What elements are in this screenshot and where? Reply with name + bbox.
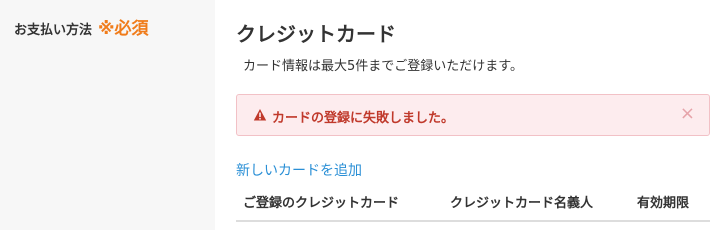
payment-method-form: お支払い方法 ※必須 クレジットカード カード情報は最大5件までご登録いただけます… [0,0,720,230]
close-icon[interactable]: × [680,104,695,124]
column-header-cardholder-name: クレジットカード名義人 [450,196,594,211]
required-mark: ※必須 [98,19,149,39]
card-table-header: ご登録のクレジットカード クレジットカード名義人 有効期限 [236,192,710,222]
field-label-column: お支払い方法 ※必須 [0,0,215,230]
add-new-card-link[interactable]: 新しいカードを追加 [236,160,362,180]
error-alert: カードの登録に失敗しました。 × [236,94,710,136]
column-header-registered-card: ご登録のクレジットカード [243,196,400,211]
payment-method-label: お支払い方法 ※必須 [14,14,149,39]
warning-triangle-icon [253,109,267,121]
column-header-expiry-date: 有効期限 [637,196,690,211]
section-description: カード情報は最大5件までご登録いただけます。 [243,59,523,74]
section-title: クレジットカード [236,22,396,46]
payment-method-label-text: お支払い方法 [14,23,93,38]
alert-message: カードの登録に失敗しました。 [272,111,455,126]
